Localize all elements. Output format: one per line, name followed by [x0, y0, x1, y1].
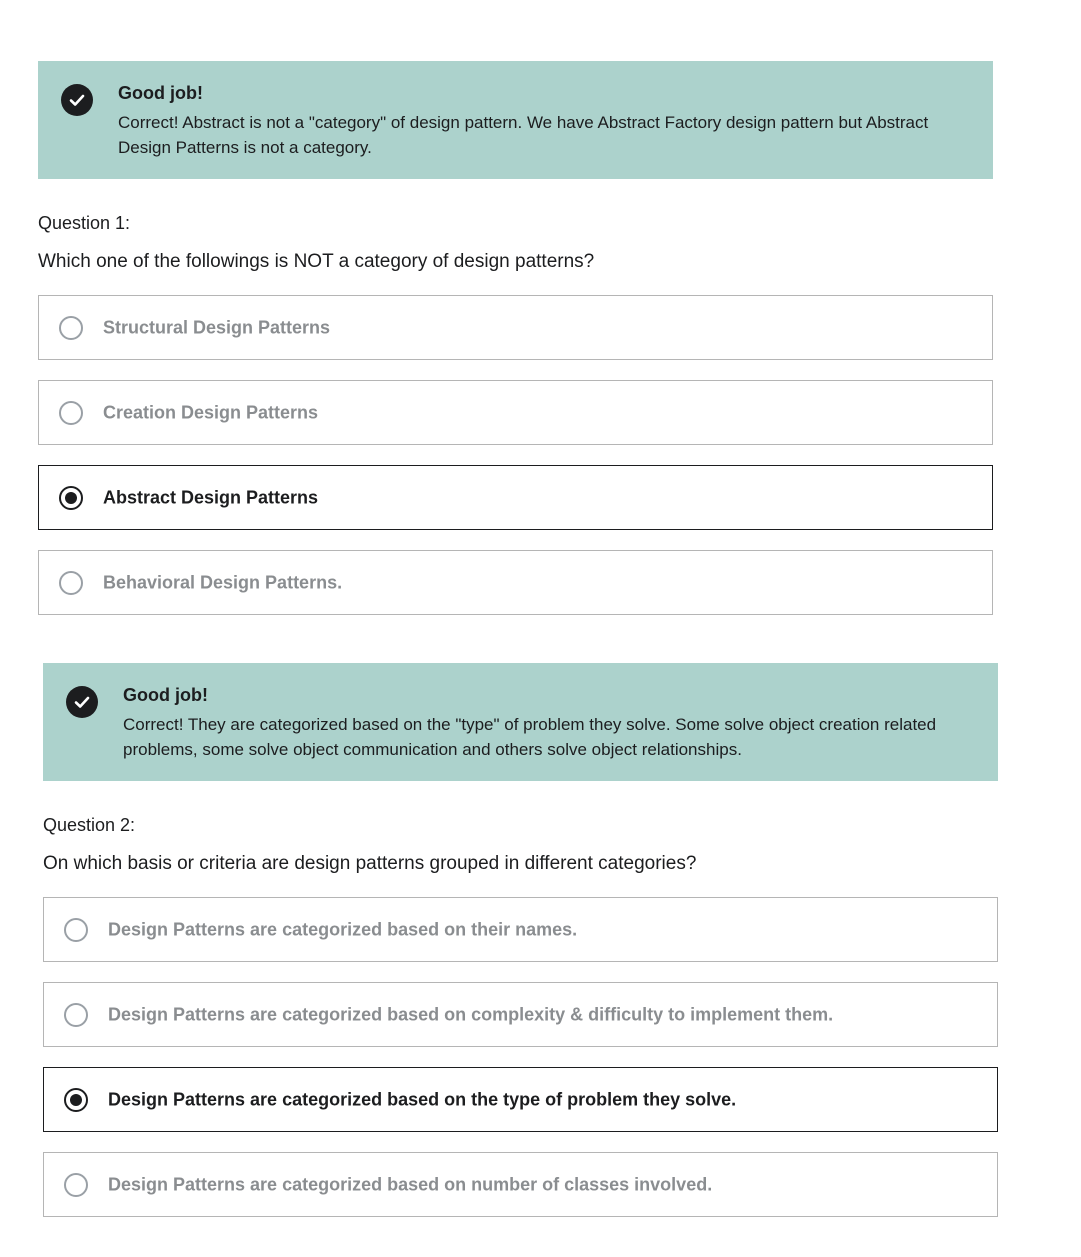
- question-prompt: Which one of the followings is NOT a cat…: [38, 251, 595, 272]
- question-block-1: Good job! Correct! Abstract is not a "ca…: [38, 61, 993, 615]
- radio-button-selected[interactable]: [59, 485, 83, 510]
- question-label: Question 1:: [38, 213, 131, 233]
- answer-option[interactable]: Design Patterns are categorized based on…: [43, 1152, 998, 1217]
- check-circle-icon: [66, 686, 98, 718]
- question-prompt: On which basis or criteria are design pa…: [43, 853, 697, 874]
- answer-option[interactable]: Design Patterns are categorized based on…: [43, 897, 998, 962]
- radio-button[interactable]: [59, 315, 83, 340]
- question-block-2: Good job! Correct! They are categorized …: [43, 663, 998, 1217]
- answer-option[interactable]: Creation Design Patterns: [38, 380, 993, 445]
- radio-button[interactable]: [64, 1002, 88, 1027]
- feedback-banner: Good job! Correct! Abstract is not a "ca…: [38, 61, 993, 179]
- radio-button[interactable]: [59, 400, 83, 425]
- answer-option[interactable]: Behavioral Design Patterns.: [38, 550, 993, 615]
- radio-button[interactable]: [59, 570, 83, 595]
- answer-option-label: Creation Design Patterns: [103, 402, 319, 422]
- feedback-banner: Good job! Correct! They are categorized …: [43, 663, 998, 781]
- answer-option-label: Behavioral Design Patterns.: [103, 572, 343, 592]
- answer-option-label: Design Patterns are categorized based on…: [108, 1004, 834, 1024]
- feedback-title: Good job!: [123, 685, 208, 705]
- radio-button-selected[interactable]: [64, 1087, 88, 1112]
- radio-button[interactable]: [64, 917, 88, 942]
- feedback-text: Correct! They are categorized based on t…: [123, 715, 937, 759]
- answer-option-label: Design Patterns are categorized based on…: [108, 1089, 737, 1109]
- check-circle-icon: [61, 84, 93, 116]
- answer-option-selected[interactable]: Abstract Design Patterns: [38, 465, 993, 530]
- answer-option-label: Abstract Design Patterns: [103, 487, 319, 507]
- feedback-title: Good job!: [118, 83, 203, 103]
- answer-option-selected[interactable]: Design Patterns are categorized based on…: [43, 1067, 998, 1132]
- question-label: Question 2:: [43, 815, 136, 835]
- answer-option-label: Structural Design Patterns: [103, 317, 331, 337]
- answer-option[interactable]: Structural Design Patterns: [38, 295, 993, 360]
- feedback-text: Correct! Abstract is not a "category" of…: [118, 113, 929, 157]
- answer-option[interactable]: Design Patterns are categorized based on…: [43, 982, 998, 1047]
- answer-option-label: Design Patterns are categorized based on…: [108, 1174, 713, 1194]
- radio-button[interactable]: [64, 1172, 88, 1197]
- answer-options: Design Patterns are categorized based on…: [43, 897, 998, 1237]
- answer-option-label: Design Patterns are categorized based on…: [108, 919, 578, 939]
- answer-options: Structural Design Patterns Creation Desi…: [38, 295, 993, 635]
